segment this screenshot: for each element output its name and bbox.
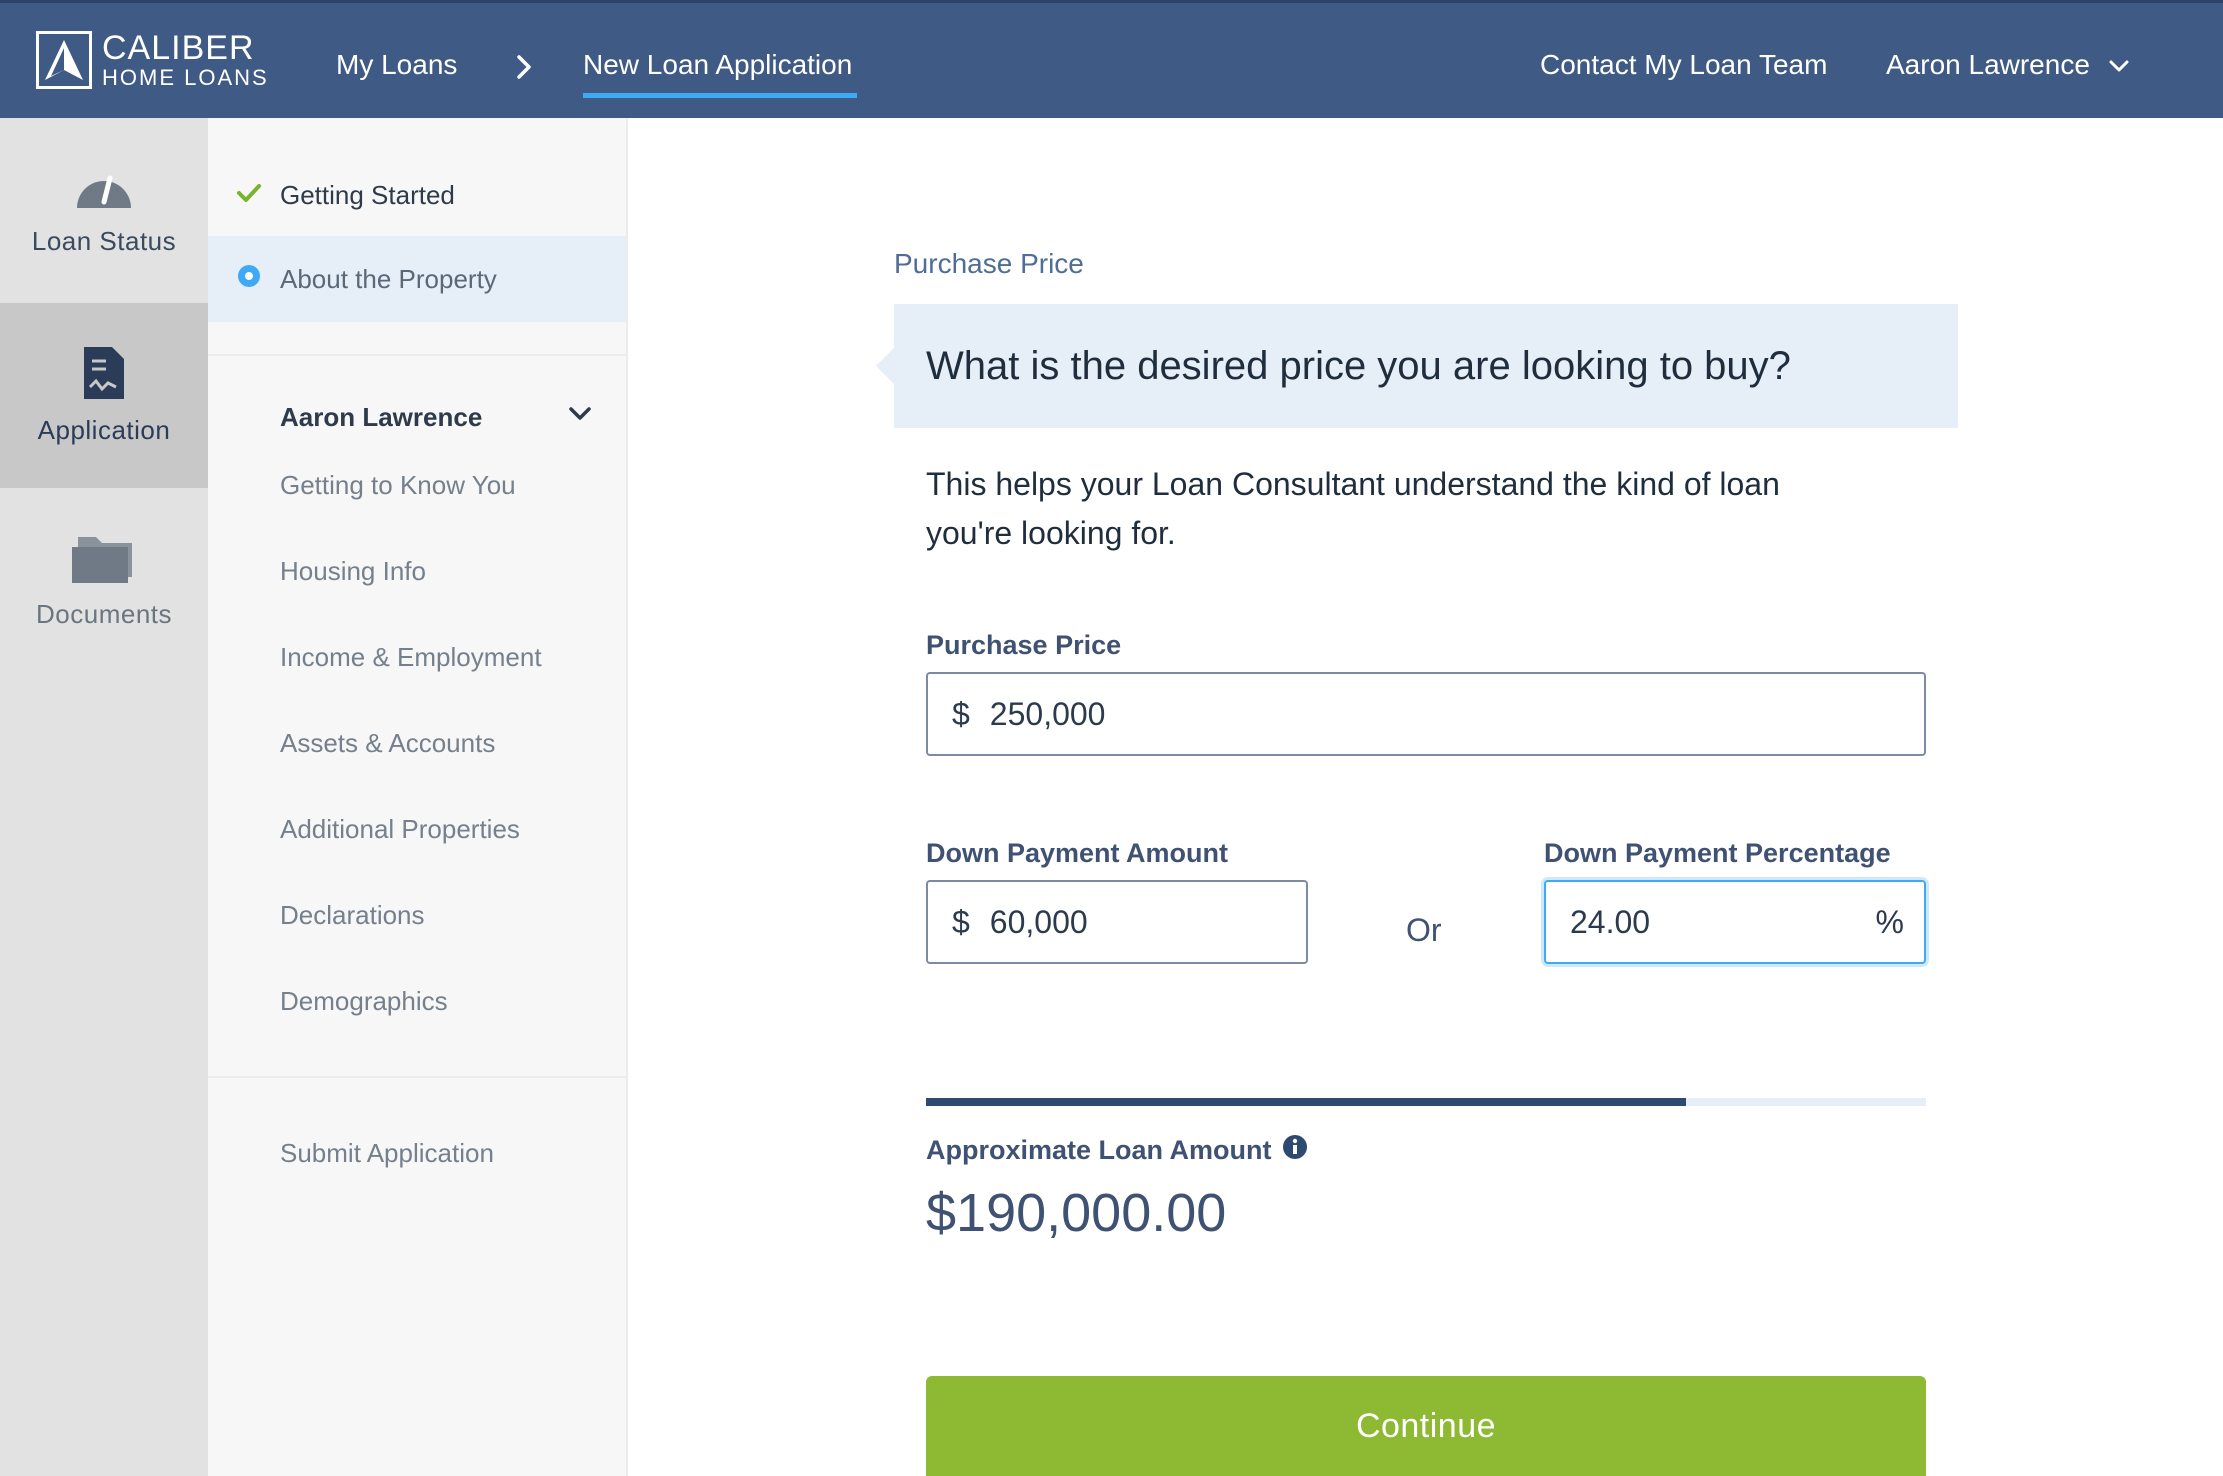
user-menu[interactable]: Aaron Lawrence bbox=[1886, 49, 2090, 81]
down-payment-percentage-field[interactable]: % bbox=[1544, 880, 1926, 964]
caliber-logo[interactable]: CALIBER HOME LOANS bbox=[36, 31, 269, 89]
currency-prefix: $ bbox=[952, 903, 970, 940]
application-steps-sidebar: Getting Started About the Property Aaron… bbox=[208, 118, 628, 1476]
step-about-the-property[interactable]: About the Property bbox=[208, 236, 626, 322]
rail-item-application[interactable]: Application bbox=[0, 303, 208, 488]
active-step-dot-icon bbox=[236, 263, 262, 296]
brand-subtitle: HOME LOANS bbox=[102, 65, 269, 90]
sidebar-item-assets-accounts[interactable]: Assets & Accounts bbox=[280, 728, 495, 759]
purchase-price-input[interactable] bbox=[989, 695, 1787, 733]
nav-new-loan-application[interactable]: New Loan Application bbox=[583, 49, 852, 81]
step-label: Getting Started bbox=[280, 179, 455, 210]
rail-label: Loan Status bbox=[31, 226, 177, 256]
loan-ratio-bar bbox=[926, 1098, 1926, 1106]
approximate-loan-label: Approximate Loan Amount bbox=[926, 1134, 1308, 1167]
continue-button[interactable]: Continue bbox=[926, 1376, 1926, 1476]
chevron-down-icon[interactable] bbox=[2108, 59, 2130, 78]
down-payment-percentage-label: Down Payment Percentage bbox=[1544, 838, 1891, 868]
active-nav-underline bbox=[583, 93, 857, 98]
sidebar-item-housing-info[interactable]: Housing Info bbox=[280, 556, 426, 587]
rail-item-documents[interactable]: Documents bbox=[0, 488, 208, 673]
sidebar-item-income-employment[interactable]: Income & Employment bbox=[280, 642, 542, 673]
section-title: Purchase Price bbox=[894, 248, 1084, 279]
loan-ratio-fill bbox=[926, 1098, 1686, 1106]
rail-label: Documents bbox=[36, 599, 172, 629]
top-navigation-bar: CALIBER HOME LOANS My Loans New Loan App… bbox=[0, 0, 2223, 118]
icon-rail: Loan Status Application Documents bbox=[0, 118, 208, 1476]
gauge-icon bbox=[77, 175, 131, 208]
sidebar-item-additional-properties[interactable]: Additional Properties bbox=[280, 814, 520, 845]
sidebar-item-declarations[interactable]: Declarations bbox=[280, 900, 425, 931]
step-getting-started[interactable]: Getting Started bbox=[208, 152, 626, 238]
rail-item-loan-status[interactable]: Loan Status bbox=[0, 118, 208, 303]
sidebar-divider bbox=[208, 354, 626, 356]
or-separator: Or bbox=[1406, 912, 1442, 948]
contact-loan-team-link[interactable]: Contact My Loan Team bbox=[1540, 49, 1827, 81]
checkmark-icon bbox=[236, 180, 262, 211]
document-icon bbox=[84, 347, 124, 399]
down-payment-amount-label: Down Payment Amount bbox=[926, 838, 1229, 868]
helper-text: This helps your Loan Consultant understa… bbox=[926, 466, 1780, 551]
sidebar-item-demographics[interactable]: Demographics bbox=[280, 986, 448, 1017]
sidebar-divider bbox=[208, 1076, 626, 1078]
breadcrumb-chevron-icon bbox=[514, 53, 534, 86]
rail-label: Application bbox=[37, 415, 171, 445]
question-text: What is the desired price you are lookin… bbox=[926, 343, 1791, 388]
approximate-loan-amount: $190,000.00 bbox=[926, 1183, 1227, 1243]
question-callout: What is the desired price you are lookin… bbox=[876, 304, 1958, 428]
sidebar-item-submit-application[interactable]: Submit Application bbox=[280, 1138, 494, 1169]
down-payment-amount-field[interactable]: $ bbox=[926, 880, 1308, 964]
info-icon[interactable] bbox=[1282, 1134, 1308, 1167]
nav-my-loans-link[interactable]: My Loans bbox=[336, 49, 457, 81]
percent-suffix: % bbox=[1875, 903, 1904, 940]
folder-icon bbox=[72, 537, 132, 583]
borrower-section-toggle[interactable]: Aaron Lawrence bbox=[280, 402, 600, 433]
purchase-price-field[interactable]: $ bbox=[926, 672, 1926, 756]
currency-prefix: $ bbox=[952, 695, 970, 732]
purchase-price-label: Purchase Price bbox=[926, 630, 1122, 660]
down-payment-amount-input[interactable] bbox=[989, 903, 1293, 941]
chevron-down-icon[interactable] bbox=[568, 406, 592, 427]
logo-mark-icon bbox=[36, 31, 92, 89]
sidebar-item-getting-to-know-you[interactable]: Getting to Know You bbox=[280, 470, 516, 501]
approximate-loan-label-text: Approximate Loan Amount bbox=[926, 1135, 1272, 1165]
step-label: About the Property bbox=[280, 263, 497, 294]
brand-name: CALIBER bbox=[102, 29, 255, 67]
down-payment-percentage-input[interactable] bbox=[1570, 903, 1835, 941]
